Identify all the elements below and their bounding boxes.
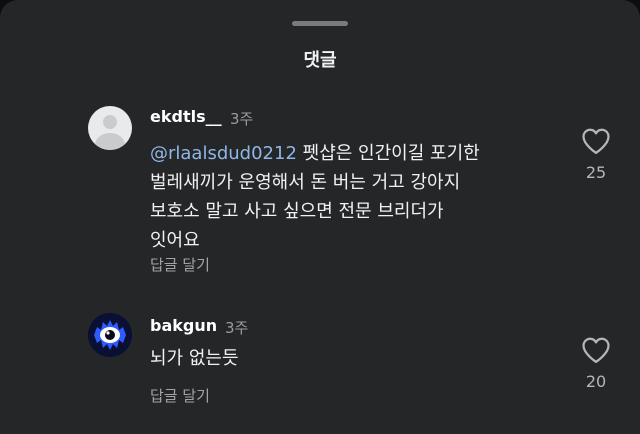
reply-button[interactable]: 답글 달기 xyxy=(150,254,210,275)
comment-time: 3주 xyxy=(225,319,249,337)
comment-text-line: 보호소 말고 사고 싶으면 전문 브리더가 xyxy=(150,201,444,222)
heart-icon-svg xyxy=(582,128,610,154)
sheet-title: 댓글 xyxy=(303,50,337,71)
like-count: 20 xyxy=(585,372,607,391)
comment-text: @rlaalsdud0212 펫샵은 인간이길 포기한벌레새끼가 운영해서 돈 … xyxy=(150,139,530,255)
comment-text-line: 잇어요 xyxy=(150,230,200,251)
drag-handle[interactable] xyxy=(292,21,348,26)
comments-sheet: 댓글 ekdtls__ 3주 @rlaalsdud0212 펫샵은 인간이길 포… xyxy=(0,0,640,434)
comment-username[interactable]: bakgun xyxy=(150,316,217,335)
like-count: 25 xyxy=(585,163,607,182)
heart-icon[interactable] xyxy=(581,336,611,364)
heart-icon[interactable] xyxy=(581,127,611,155)
comment-username[interactable]: ekdtls__ xyxy=(150,107,222,126)
eye-icon xyxy=(88,313,132,357)
comment-mention[interactable]: @rlaalsdud0212 xyxy=(150,143,297,164)
avatar-body-shape xyxy=(95,133,125,150)
blue-eye-avatar[interactable] xyxy=(88,313,132,357)
comment-time: 3주 xyxy=(230,110,254,128)
avatar-head-shape xyxy=(103,115,117,129)
comment-text: 뇌가 없는듯 xyxy=(150,348,239,369)
heart-icon-svg xyxy=(582,337,610,363)
comment-text-line: 펫샵은 인간이길 포기한 xyxy=(296,143,480,164)
comment-text-line: 벌레새끼가 운영해서 돈 버는 거고 강아지 xyxy=(150,172,461,193)
default-profile-icon[interactable] xyxy=(88,106,132,150)
reply-button[interactable]: 답글 달기 xyxy=(150,385,210,406)
